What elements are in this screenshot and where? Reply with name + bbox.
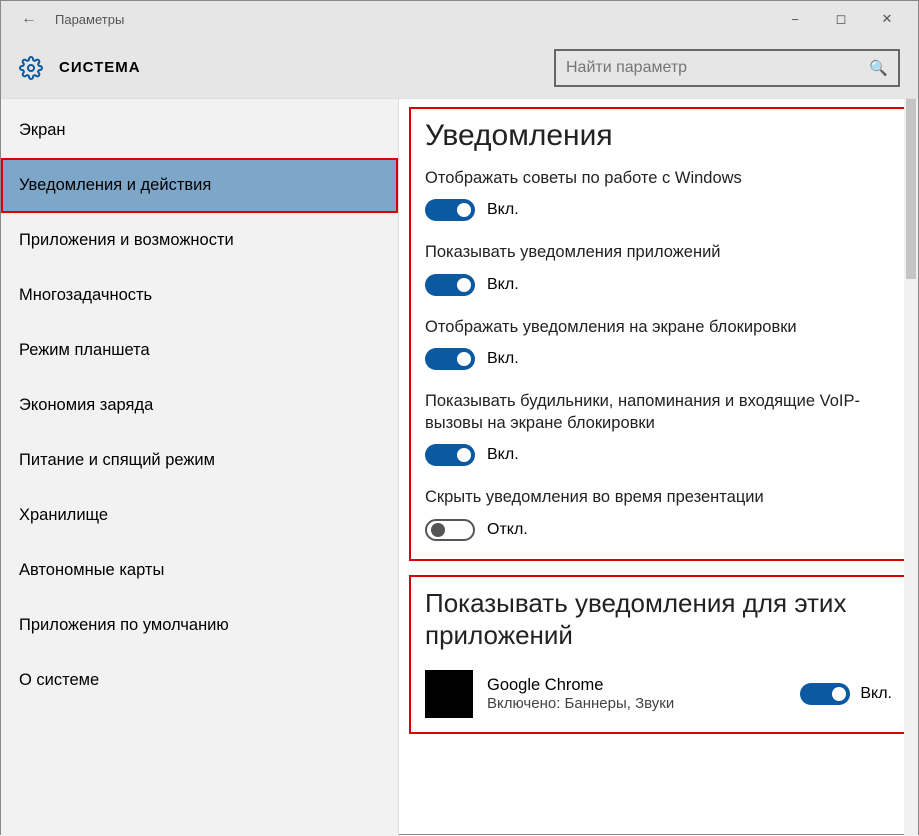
sidebar-item-notifications[interactable]: Уведомления и действия <box>1 158 398 213</box>
sidebar-item-default-apps[interactable]: Приложения по умолчанию <box>1 598 398 653</box>
sidebar-item-display[interactable]: Экран <box>1 103 398 158</box>
sidebar-item-offline-maps[interactable]: Автономные карты <box>1 543 398 598</box>
sidebar-item-about[interactable]: О системе <box>1 653 398 708</box>
apps-notifications-panel: Показывать уведомления для этих приложен… <box>409 575 908 734</box>
toggle-alarms-reminders[interactable] <box>425 444 475 466</box>
toggle-state: Вкл. <box>487 350 519 368</box>
sidebar-item-multitasking[interactable]: Многозадачность <box>1 268 398 323</box>
search-input[interactable] <box>566 59 869 77</box>
sidebar-item-battery-saver[interactable]: Экономия заряда <box>1 378 398 433</box>
notifications-panel: Уведомления Отображать советы по работе … <box>409 107 908 561</box>
maximize-button[interactable]: ◻ <box>818 1 864 37</box>
setting-hide-presenting: Скрыть уведомления во время презентации … <box>425 486 892 540</box>
close-button[interactable]: ✕ <box>864 1 910 37</box>
main-content: Уведомления Отображать советы по работе … <box>399 99 918 836</box>
app-icon <box>425 670 473 718</box>
toggle-app-chrome[interactable] <box>800 683 850 705</box>
toggle-state: Откл. <box>487 521 528 539</box>
setting-label: Показывать будильники, напоминания и вхо… <box>425 390 892 435</box>
vertical-scrollbar[interactable] <box>904 99 918 836</box>
search-icon: 🔍 <box>869 59 888 77</box>
toggle-state: Вкл. <box>860 685 892 703</box>
toggle-state: Вкл. <box>487 276 519 294</box>
sidebar: Экран Уведомления и действия Приложения … <box>1 99 399 836</box>
gear-icon <box>19 56 43 80</box>
app-subtext: Включено: Баннеры, Звуки <box>487 695 786 712</box>
section-title: СИСТЕМА <box>59 59 141 76</box>
toggle-app-notifications[interactable] <box>425 274 475 296</box>
setting-label: Отображать советы по работе с Windows <box>425 167 892 189</box>
toggle-show-tips[interactable] <box>425 199 475 221</box>
search-box[interactable]: 🔍 <box>554 49 900 87</box>
sidebar-item-power-sleep[interactable]: Питание и спящий режим <box>1 433 398 488</box>
window-title: Параметры <box>55 12 124 27</box>
app-row-chrome[interactable]: Google Chrome Включено: Баннеры, Звуки В… <box>425 670 892 718</box>
minimize-button[interactable]: − <box>772 1 818 37</box>
sidebar-item-tablet-mode[interactable]: Режим планшета <box>1 323 398 378</box>
back-button[interactable]: ← <box>9 10 49 28</box>
setting-lockscreen-notifications: Отображать уведомления на экране блокиро… <box>425 316 892 370</box>
setting-app-notifications: Показывать уведомления приложений Вкл. <box>425 241 892 295</box>
titlebar: ← Параметры − ◻ ✕ <box>1 1 918 37</box>
sidebar-item-storage[interactable]: Хранилище <box>1 488 398 543</box>
toggle-state: Вкл. <box>487 446 519 464</box>
toggle-state: Вкл. <box>487 201 519 219</box>
setting-alarms-reminders: Показывать будильники, напоминания и вхо… <box>425 390 892 467</box>
setting-label: Скрыть уведомления во время презентации <box>425 486 892 508</box>
sidebar-item-apps-features[interactable]: Приложения и возможности <box>1 213 398 268</box>
setting-label: Отображать уведомления на экране блокиро… <box>425 316 892 338</box>
scrollbar-thumb[interactable] <box>906 99 916 279</box>
setting-label: Показывать уведомления приложений <box>425 241 892 263</box>
toggle-hide-presenting[interactable] <box>425 519 475 541</box>
header: СИСТЕМА 🔍 <box>1 37 918 99</box>
toggle-lockscreen-notifications[interactable] <box>425 348 475 370</box>
apps-panel-heading: Показывать уведомления для этих приложен… <box>425 587 892 652</box>
notifications-heading: Уведомления <box>425 119 892 153</box>
setting-show-tips: Отображать советы по работе с Windows Вк… <box>425 167 892 221</box>
app-name: Google Chrome <box>487 676 786 695</box>
